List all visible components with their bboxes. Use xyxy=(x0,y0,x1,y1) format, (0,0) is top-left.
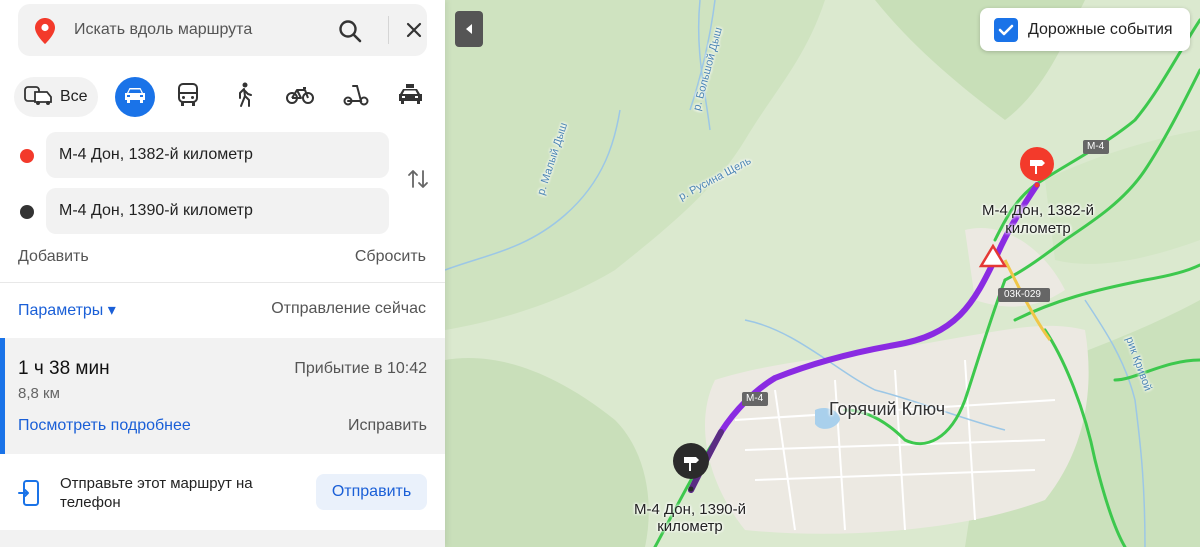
location-pin-icon xyxy=(35,18,55,49)
mode-bus-button[interactable] xyxy=(168,77,208,117)
arrival-time: Прибытие в 10:42 xyxy=(294,360,427,377)
traffic-events-label: Дорожные события xyxy=(1028,21,1173,38)
road-label-m4: М-4 xyxy=(1087,141,1105,152)
taxi-icon xyxy=(397,83,423,111)
reset-link[interactable]: Сбросить xyxy=(355,248,426,266)
bus-icon xyxy=(177,82,199,112)
from-field[interactable]: М-4 Дон, 1382-й километр xyxy=(46,132,389,178)
end-point-dot xyxy=(20,205,34,219)
mode-walk-button[interactable] xyxy=(224,77,264,117)
route-option-card[interactable]: 1 ч 38 мин 8,8 км Прибытие в 10:42 Посмо… xyxy=(0,338,445,454)
details-link[interactable]: Посмотреть подробнее xyxy=(18,417,191,435)
end-marker-label-line2: километр xyxy=(657,518,723,535)
search-icon[interactable] xyxy=(338,19,362,48)
divider xyxy=(388,16,389,44)
mode-all-label: Все xyxy=(60,88,88,105)
road-label-m4: М-4 xyxy=(746,393,764,404)
scooter-icon xyxy=(343,84,369,111)
fix-route-link[interactable]: Исправить xyxy=(348,417,427,435)
mode-scooter-button[interactable] xyxy=(336,77,376,117)
end-marker-label-line1: М-4 Дон, 1390-й xyxy=(633,501,747,518)
close-icon[interactable] xyxy=(406,22,422,43)
to-field[interactable]: М-4 Дон, 1390-й километр xyxy=(46,188,389,234)
mode-bike-button[interactable] xyxy=(280,77,320,117)
traffic-events-toggle[interactable]: Дорожные события xyxy=(980,8,1190,51)
send-to-phone-row: Отправьте этот маршрут на телефон Отправ… xyxy=(0,454,445,530)
chevron-left-icon xyxy=(466,24,472,34)
mode-taxi-button[interactable] xyxy=(390,77,430,117)
selected-indicator xyxy=(0,338,5,454)
departure-time-selector[interactable]: Отправление сейчас xyxy=(271,300,426,318)
add-waypoint-link[interactable]: Добавить xyxy=(18,248,89,266)
search-input[interactable]: Искать вдоль маршрута xyxy=(74,21,252,39)
road-label-03k029: 03К-029 xyxy=(1004,289,1041,300)
transport-mode-bar: Все xyxy=(14,77,429,117)
phone-send-icon xyxy=(18,480,42,511)
panel-footer xyxy=(0,530,445,547)
multi-transport-icon xyxy=(24,84,54,111)
route-panel: Искать вдоль маршрута Все М-4 Дон, 1382-… xyxy=(0,0,445,547)
bicycle-icon xyxy=(286,85,314,110)
mode-car-button[interactable] xyxy=(115,77,155,117)
send-button[interactable]: Отправить xyxy=(316,474,427,510)
checkbox-checked-icon[interactable] xyxy=(994,18,1018,42)
route-distance: 8,8 км xyxy=(18,385,60,402)
swap-icon[interactable] xyxy=(407,168,429,195)
start-marker-label-line1: М-4 Дон, 1382-й xyxy=(981,202,1095,219)
route-search-box[interactable]: Искать вдоль маршрута xyxy=(18,4,427,56)
collapse-panel-button[interactable] xyxy=(455,11,483,47)
pedestrian-icon xyxy=(234,82,254,113)
start-point-dot xyxy=(20,149,34,163)
mode-all-button[interactable]: Все xyxy=(14,77,98,117)
town-label: Горячий Ключ xyxy=(829,399,946,419)
map-terrain xyxy=(445,0,1200,547)
map-canvas[interactable]: М-4 М-4 03К-029 р. Малый Дыш р. Большой … xyxy=(445,0,1200,547)
start-marker-label-line2: километр xyxy=(1005,220,1071,237)
send-to-phone-text: Отправьте этот маршрут на телефон xyxy=(60,475,253,511)
divider xyxy=(0,282,445,283)
params-dropdown[interactable]: Параметры ▾ xyxy=(18,300,116,320)
route-duration: 1 ч 38 мин xyxy=(18,358,110,379)
car-icon xyxy=(123,85,147,110)
